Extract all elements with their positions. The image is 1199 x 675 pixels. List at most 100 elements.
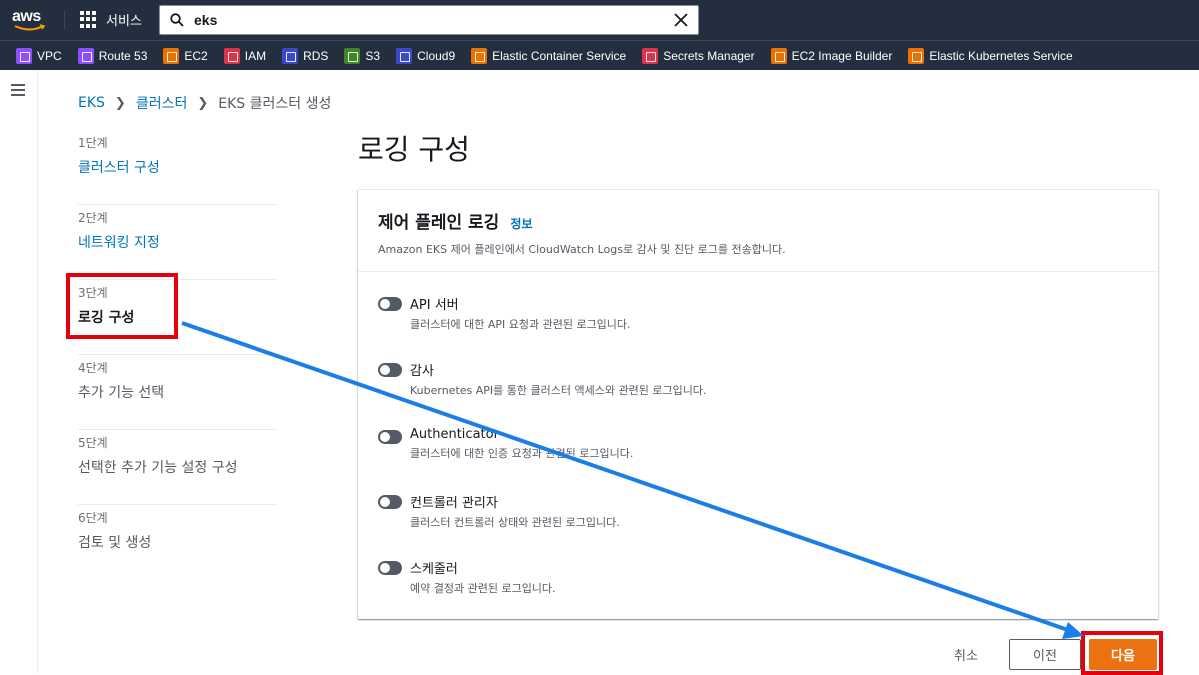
service-icon [396, 47, 413, 64]
wizard-step-5: 5단계 선택한 추가 기능 설정 구성 [78, 430, 278, 505]
step-link-cluster-config[interactable]: 클러스터 구성 [78, 157, 278, 177]
service-icon [223, 47, 240, 64]
panel-description: Amazon EKS 제어 플레인에서 CloudWatch Logs로 감사 … [378, 243, 786, 256]
breadcrumb-current: EKS 클러스터 생성 [218, 96, 332, 112]
breadcrumb-clusters[interactable]: 클러스터 [136, 93, 188, 113]
step-number: 4단계 [78, 361, 108, 375]
favorite-label: Elastic Container Service [492, 48, 627, 63]
service-icon [471, 47, 488, 64]
favorite-label: VPC [37, 48, 62, 63]
cancel-button[interactable]: 취소 [936, 639, 996, 669]
toggle-row-authenticator: Authenticator 클러스터에 대한 인증 요청과 관련된 로그입니다. [378, 427, 633, 461]
authenticator-toggle[interactable] [378, 430, 402, 444]
favorite-rds[interactable]: RDS [282, 47, 329, 64]
clear-search-icon[interactable] [674, 13, 688, 27]
services-menu-button[interactable]: 서비스 [80, 10, 142, 29]
step-label-review: 검토 및 생성 [78, 535, 152, 551]
toggle-description: 예약 결정과 관련된 로그입니다. [410, 582, 556, 595]
search-input[interactable] [194, 12, 674, 28]
favorite-secrets-manager[interactable]: Secrets Manager [642, 47, 755, 64]
previous-button[interactable]: 이전 [1009, 639, 1081, 670]
search-icon [170, 13, 184, 27]
step-number: 6단계 [78, 511, 108, 525]
wizard-step-6: 6단계 검토 및 생성 [78, 505, 278, 580]
service-icon [642, 47, 659, 64]
favorites-bar: VPC Route 53 EC2 IAM RDS S3 Cloud9 Elastic Cont… [0, 40, 1199, 70]
step-number: 2단계 [78, 211, 108, 225]
grid-icon [80, 10, 98, 29]
services-label: 서비스 [106, 14, 142, 29]
service-icon [282, 47, 299, 64]
toggle-description: 클러스터 컨트롤러 상태와 관련된 로그입니다. [410, 516, 620, 529]
favorite-label: S3 [365, 48, 381, 63]
panel-header: 제어 플레인 로깅 정보 Amazon EKS 제어 플레인에서 CloudWa… [358, 190, 1158, 272]
favorite-ec2-image-builder[interactable]: EC2 Image Builder [770, 47, 893, 64]
favorite-label: Cloud9 [417, 48, 456, 63]
aws-logo-text: aws [12, 8, 41, 25]
aws-logo[interactable]: aws [12, 6, 52, 34]
step-number: 3단계 [78, 286, 108, 300]
favorite-s3[interactable]: S3 [344, 47, 381, 64]
wizard-step-2: 2단계 네트워킹 지정 [78, 205, 278, 280]
toggle-row-api-server: API 서버 클러스터에 대한 API 요청과 관련된 로그입니다. [378, 294, 631, 332]
api-server-toggle[interactable] [378, 297, 402, 311]
toggle-row-controller-manager: 컨트롤러 관리자 클러스터 컨트롤러 상태와 관련된 로그입니다. [378, 492, 620, 530]
scheduler-toggle[interactable] [378, 561, 402, 575]
wizard-step-3: 3단계 로깅 구성 [78, 280, 278, 355]
toggle-title: Authenticator [410, 427, 499, 442]
service-icon [16, 47, 32, 64]
service-icon [344, 47, 361, 64]
menu-icon[interactable] [11, 84, 25, 96]
step-current-logging: 로깅 구성 [78, 310, 135, 326]
favorite-vpc[interactable]: VPC [16, 47, 62, 64]
toggle-title: 감사 [410, 364, 434, 379]
aws-smile-icon [14, 24, 46, 31]
side-navigation-rail [0, 70, 38, 674]
favorite-label: EC2 [184, 48, 208, 63]
control-plane-logging-panel: 제어 플레인 로깅 정보 Amazon EKS 제어 플레인에서 CloudWa… [358, 189, 1158, 619]
search-box[interactable] [159, 5, 699, 35]
toggle-row-audit: 감사 Kubernetes API를 통한 클러스터 액세스와 관련된 로그입니… [378, 360, 706, 398]
favorite-label: IAM [244, 48, 267, 63]
step-label-addons: 추가 기능 선택 [78, 385, 165, 401]
page-title: 로깅 구성 [358, 133, 470, 166]
favorite-iam[interactable]: IAM [223, 47, 267, 64]
service-icon [908, 47, 925, 64]
favorite-ec2[interactable]: EC2 [163, 47, 208, 64]
toggle-title: 컨트롤러 관리자 [410, 496, 498, 511]
toggle-row-scheduler: 스케줄러 예약 결정과 관련된 로그입니다. [378, 558, 556, 596]
topbar-divider [64, 10, 65, 30]
next-button[interactable]: 다음 [1089, 639, 1157, 670]
favorite-label: Elastic Kubernetes Service [929, 48, 1073, 63]
favorite-elastic-container-service[interactable]: Elastic Container Service [471, 47, 627, 64]
breadcrumb: EKS ❯ 클러스터 ❯ EKS 클러스터 생성 [78, 93, 331, 113]
toggle-title: API 서버 [410, 298, 459, 313]
favorite-label: EC2 Image Builder [791, 48, 893, 63]
favorite-cloud9[interactable]: Cloud9 [396, 47, 456, 64]
info-link[interactable]: 정보 [510, 217, 532, 231]
favorite-label: Secrets Manager [663, 48, 755, 63]
service-icon [770, 47, 787, 64]
step-number: 5단계 [78, 436, 108, 450]
step-number: 1단계 [78, 136, 108, 150]
favorite-route-53[interactable]: Route 53 [77, 47, 148, 64]
audit-toggle[interactable] [378, 363, 402, 377]
toggle-title: 스케줄러 [410, 562, 458, 577]
favorite-label: Route 53 [98, 48, 148, 63]
top-navigation-bar: aws 서비스 [0, 0, 1199, 40]
panel-title: 제어 플레인 로깅 [378, 213, 500, 233]
chevron-right-icon: ❯ [197, 95, 209, 111]
service-icon [163, 47, 180, 64]
breadcrumb-eks[interactable]: EKS [78, 95, 105, 111]
wizard-step-4: 4단계 추가 기능 선택 [78, 355, 278, 430]
favorite-label: RDS [303, 48, 329, 63]
chevron-right-icon: ❯ [114, 95, 126, 111]
favorite-elastic-kubernetes-service[interactable]: Elastic Kubernetes Service [908, 47, 1073, 64]
toggle-description: 클러스터에 대한 API 요청과 관련된 로그입니다. [410, 318, 631, 331]
service-icon [77, 47, 94, 64]
toggle-description: Kubernetes API를 통한 클러스터 액세스와 관련된 로그입니다. [410, 384, 707, 397]
wizard-step-1: 1단계 클러스터 구성 [78, 130, 278, 205]
step-label-addon-settings: 선택한 추가 기능 설정 구성 [78, 460, 238, 476]
step-link-networking[interactable]: 네트워킹 지정 [78, 232, 278, 252]
controller-manager-toggle[interactable] [378, 495, 402, 509]
